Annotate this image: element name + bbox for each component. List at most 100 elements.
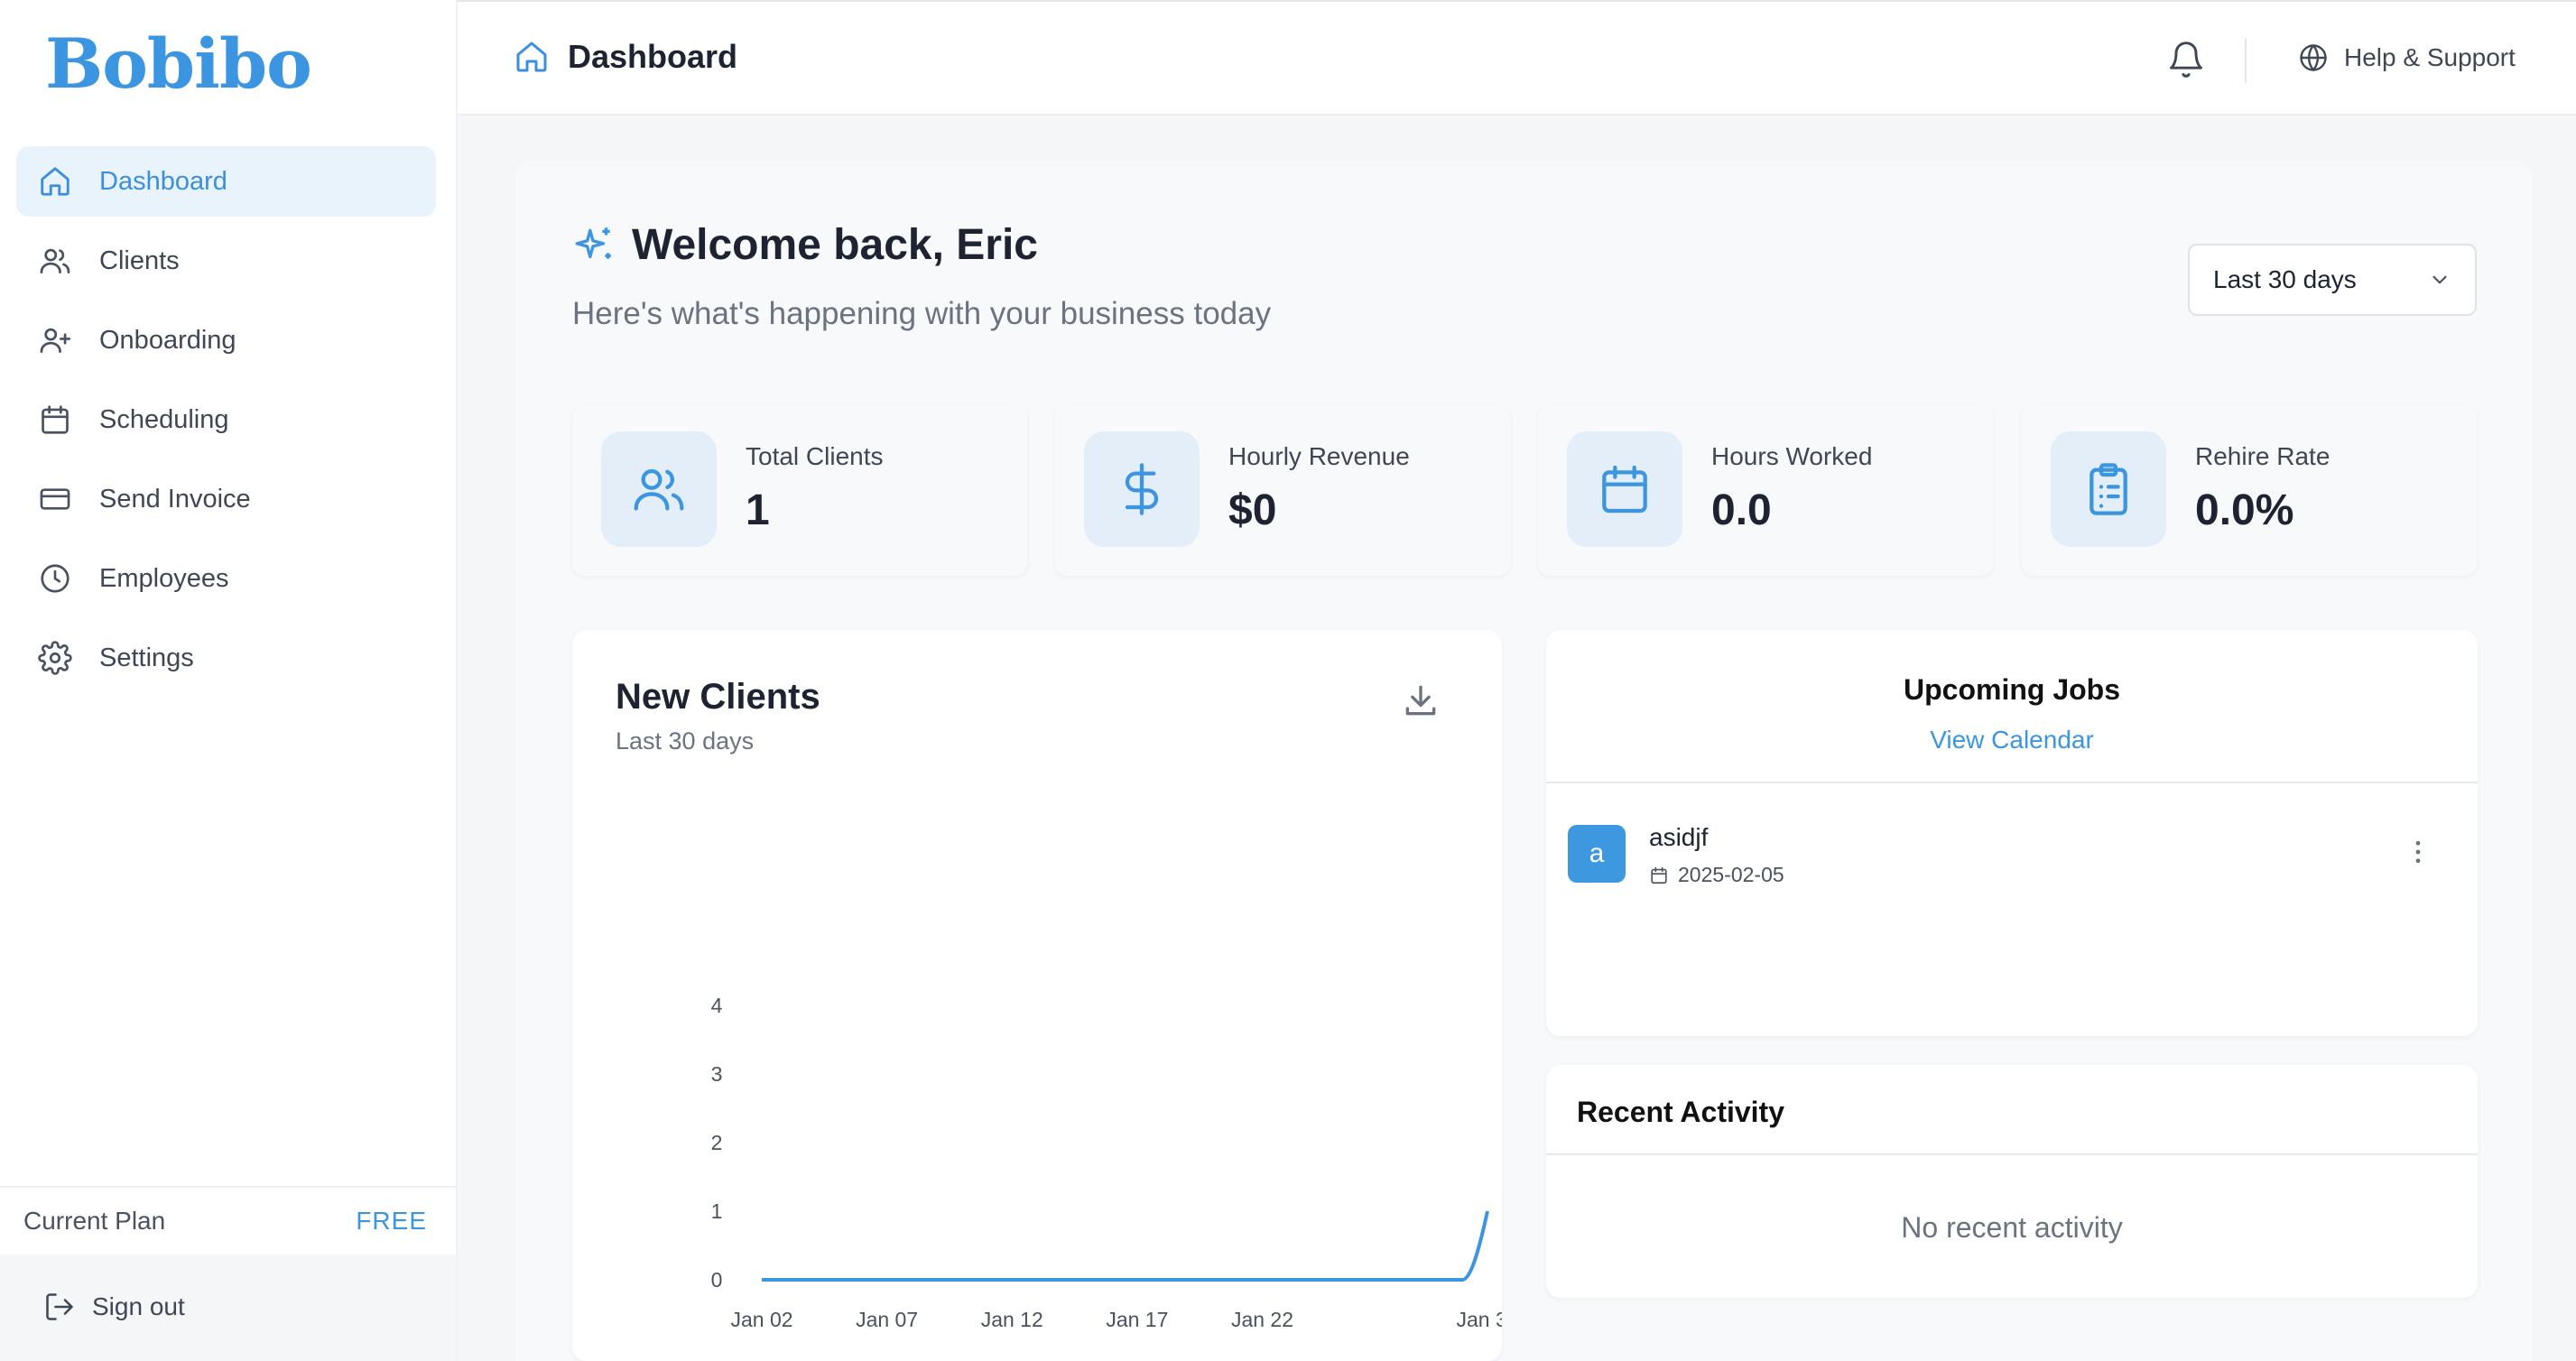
stat-card-total-clients: Total Clients 1	[572, 404, 1027, 576]
welcome-text: Welcome back, Eric	[632, 221, 1038, 269]
sidebar-item-label: Employees	[99, 563, 229, 593]
date-range-select[interactable]: Last 30 days	[2188, 244, 2477, 316]
divider	[1546, 1153, 2478, 1155]
users-icon	[38, 244, 72, 278]
sidebar-item-dashboard[interactable]: Dashboard	[16, 146, 436, 217]
upcoming-jobs-card: Upcoming Jobs View Calendar a asidjf 202…	[1546, 630, 2478, 1036]
stat-label: Hours Worked	[1711, 442, 1873, 470]
upcoming-jobs-title: Upcoming Jobs	[1903, 673, 2120, 706]
y-tick-label: 1	[711, 1199, 723, 1223]
stats-row: Total Clients 1 Hourly Revenue $0 Hours …	[572, 404, 2477, 576]
y-tick-label: 0	[711, 1268, 723, 1292]
stat-card-hourly-revenue: Hourly Revenue $0	[1055, 404, 1510, 576]
bell-icon[interactable]	[2166, 40, 2206, 79]
stat-label: Total Clients	[746, 442, 884, 470]
calendar-icon	[1651, 866, 1667, 884]
app-logo[interactable]: Bobibo	[45, 23, 312, 104]
date-range-value: Last 30 days	[2213, 265, 2357, 293]
sidebar-item-label: Scheduling	[99, 404, 229, 434]
signout-area: Sign out	[0, 1255, 456, 1361]
sidebar-item-label: Send Invoice	[99, 484, 251, 514]
plan-badge[interactable]: FREE	[356, 1207, 427, 1236]
job-name: asidjf	[1649, 823, 1709, 851]
stat-value: 0.0%	[2195, 486, 2294, 534]
stat-label: Rehire Rate	[2195, 442, 2330, 470]
welcome-heading: Welcome back, Eric	[572, 220, 1038, 270]
sidebar-item-label: Dashboard	[99, 166, 227, 196]
sign-out-label: Sign out	[92, 1292, 185, 1320]
x-tick-label: Jan 02	[730, 1308, 792, 1331]
sidebar-nav: Dashboard Clients Onboarding Scheduling …	[16, 146, 436, 702]
x-tick-label: Jan 07	[856, 1308, 918, 1331]
top-header: Dashboard Help & Support	[458, 0, 2576, 116]
job-date-text: 2025-02-05	[1678, 863, 1784, 886]
home-icon	[516, 42, 547, 72]
x-tick-label: Jan 12	[981, 1308, 1043, 1331]
page-title: Dashboard	[514, 38, 737, 76]
chart-subtitle: Last 30 days	[616, 727, 755, 755]
job-date: 2025-02-05	[1649, 863, 1784, 887]
stat-value: 1	[746, 486, 770, 534]
download-icon[interactable]	[1401, 680, 1441, 720]
main-panel: Welcome back, Eric Here's what's happeni…	[514, 161, 2533, 1361]
x-tick-label: Jan 22	[1231, 1308, 1293, 1331]
sparkles-icon	[575, 227, 611, 259]
stat-icon-box	[601, 431, 717, 547]
sidebar-item-clients[interactable]: Clients	[16, 226, 436, 296]
y-tick-label: 2	[711, 1131, 723, 1154]
sidebar-item-scheduling[interactable]: Scheduling	[16, 384, 436, 455]
calendar-icon	[1602, 465, 1647, 514]
recent-activity-card: Recent Activity No recent activity	[1546, 1065, 2478, 1298]
new-clients-chart-card: 0 1 2 3 4 Jan 02 Jan 07 Jan 12 Jan 17 Jan 22 Jan 3…	[572, 630, 1502, 1361]
recent-activity-title: Recent Activity	[1577, 1096, 1784, 1128]
clipboard-icon	[2090, 463, 2127, 515]
more-vertical-icon[interactable]	[2402, 836, 2434, 868]
empty-state: No recent activity	[1901, 1211, 2123, 1244]
user-plus-icon	[38, 323, 72, 357]
chevron-down-icon	[2432, 275, 2447, 284]
sign-out-button[interactable]: Sign out	[43, 1291, 185, 1323]
x-tick-label: Jan 31	[1456, 1308, 1502, 1331]
job-list-item[interactable]: a asidjf 2025-02-05	[1568, 810, 2456, 892]
help-support-button[interactable]: Help & Support	[2297, 42, 2516, 74]
stat-icon-box	[1567, 431, 1682, 547]
page-title-text: Dashboard	[568, 38, 738, 75]
sidebar-item-settings[interactable]: Settings	[16, 623, 436, 693]
chart-title: New Clients	[616, 677, 820, 717]
stat-label: Hourly Revenue	[1228, 442, 1410, 470]
sidebar: Bobibo Dashboard Clients Onboarding Sche…	[0, 0, 458, 1361]
help-support-label: Help & Support	[2344, 43, 2516, 71]
clock-icon	[38, 561, 72, 596]
stat-icon-box	[1084, 431, 1200, 547]
sidebar-item-onboarding[interactable]: Onboarding	[16, 305, 436, 375]
view-calendar-link[interactable]: View Calendar	[1546, 726, 2478, 755]
x-tick-label: Jan 17	[1106, 1308, 1168, 1331]
y-tick-label: 3	[711, 1062, 723, 1086]
series-line-new-clients	[762, 1210, 1489, 1282]
home-icon	[38, 164, 72, 199]
divider	[1546, 782, 2478, 783]
header-divider	[2245, 38, 2247, 83]
sidebar-item-send-invoice[interactable]: Send Invoice	[16, 464, 436, 534]
stat-value: 0.0	[1711, 486, 1772, 534]
y-tick-label: 4	[711, 994, 723, 1017]
credit-card-icon	[38, 482, 72, 516]
dollar-icon	[1125, 463, 1159, 515]
sidebar-item-label: Onboarding	[99, 325, 236, 355]
stat-card-hours-worked: Hours Worked 0.0	[1538, 404, 1993, 576]
gear-icon	[38, 641, 72, 675]
stat-value: $0	[1228, 486, 1277, 534]
sidebar-item-employees[interactable]: Employees	[16, 543, 436, 614]
users-icon	[634, 468, 684, 511]
stat-card-rehire-rate: Rehire Rate 0.0%	[2022, 404, 2477, 576]
calendar-icon	[38, 403, 72, 437]
avatar: a	[1568, 825, 1626, 883]
sidebar-item-label: Clients	[99, 245, 180, 275]
stat-icon-box	[2051, 431, 2166, 547]
globe-icon	[2300, 44, 2327, 71]
current-plan: Current Plan FREE	[0, 1186, 456, 1255]
logout-icon	[46, 1293, 73, 1320]
welcome-subtitle: Here's what's happening with your busine…	[572, 296, 1272, 331]
plan-label: Current Plan	[23, 1207, 166, 1235]
sidebar-item-label: Settings	[99, 643, 194, 672]
